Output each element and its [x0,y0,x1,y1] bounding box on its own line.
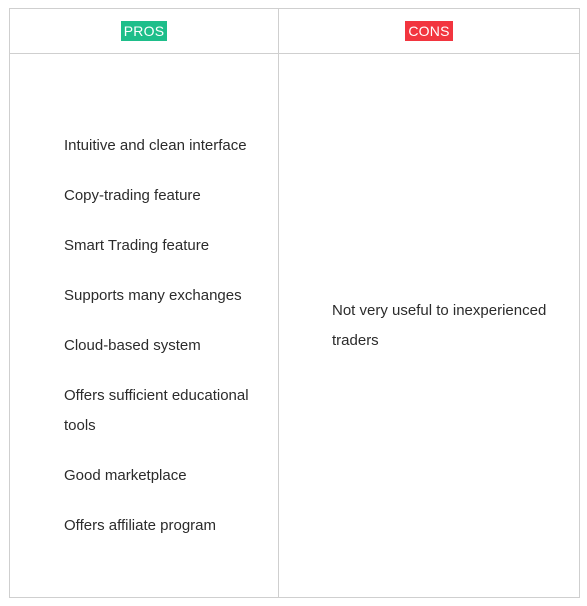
pros-item: Cloud-based system [64,337,201,354]
pros-list: Intuitive and clean interface Copy-tradi… [64,131,274,561]
pros-item: Copy-trading feature [64,187,201,204]
pros-item: Smart Trading feature [64,237,210,254]
pros-header: PROS [10,9,278,53]
pros-item: Intuitive and clean interface [64,137,247,154]
pros-item: Offers affiliate program [64,517,217,534]
pros-item: Offers sufficient educational tools [64,387,249,434]
pros-item: Good marketplace [64,467,187,484]
cons-cell: Not very useful to inexperienced traders [279,54,579,597]
cons-header: CONS [279,9,579,53]
pros-badge: PROS [120,21,168,41]
pros-item: Supports many exchanges [64,287,242,304]
cons-badge: CONS [405,21,453,41]
cons-item: Not very useful to inexperienced traders [332,301,547,349]
pros-cons-table: PROS CONS Intuitive and clean interface … [9,8,580,598]
